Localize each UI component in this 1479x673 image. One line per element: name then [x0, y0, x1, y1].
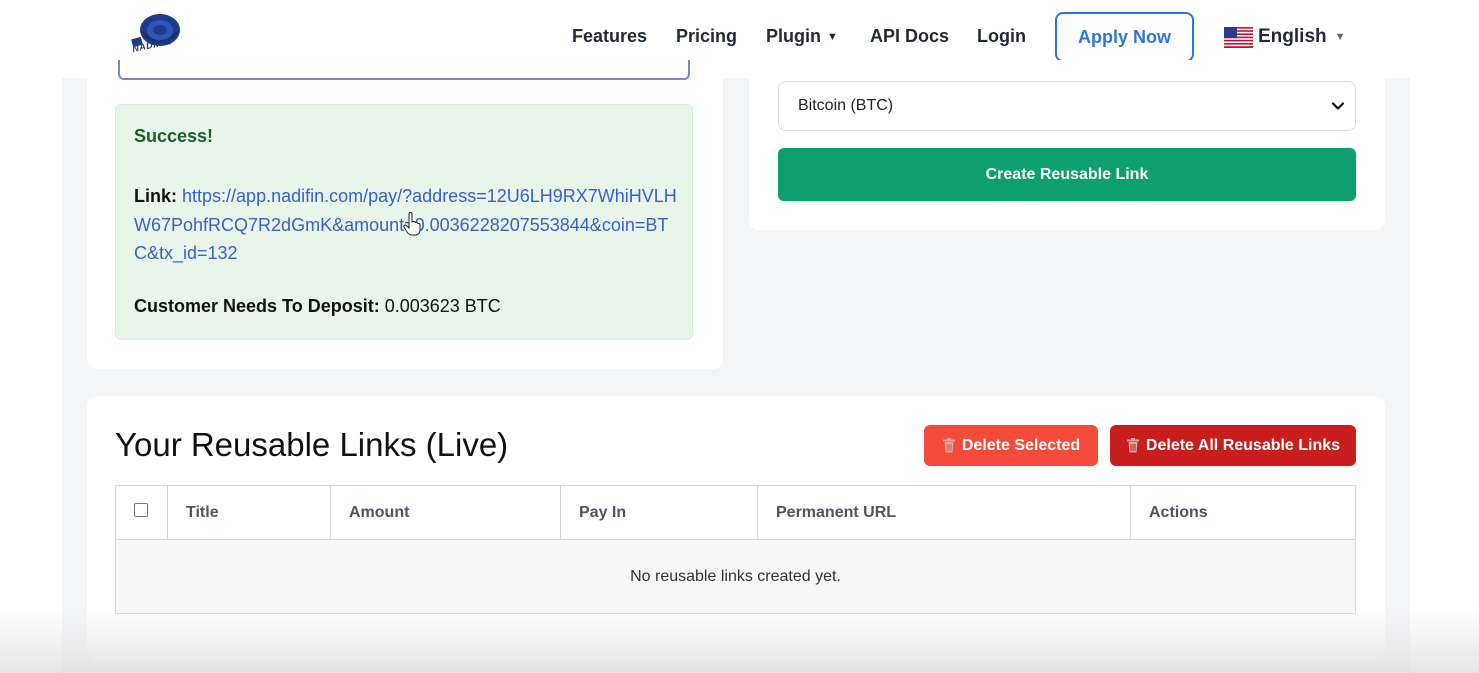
success-title: Success! — [134, 126, 214, 146]
nav-api-docs[interactable]: API Docs — [870, 26, 949, 47]
reusable-links-table: Title Amount Pay In Permanent URL Action… — [115, 485, 1356, 614]
empty-state-row: No reusable links created yet. — [116, 540, 1355, 613]
deposit-value: 0.003623 BTC — [384, 296, 501, 316]
nav-plugin[interactable]: Plugin ▼ — [766, 26, 838, 47]
nav-pricing[interactable]: Pricing — [676, 26, 737, 47]
delete-all-label: Delete All Reusable Links — [1145, 436, 1341, 454]
trash-icon — [1126, 438, 1139, 453]
caret-down-icon: ▼ — [1334, 31, 1346, 43]
column-permanent-url[interactable]: Permanent URL — [758, 486, 1131, 540]
delete-selected-label: Delete Selected — [961, 436, 1081, 454]
delete-selected-button[interactable]: Delete Selected — [924, 425, 1098, 466]
previous-input-field[interactable] — [118, 60, 690, 80]
deposit-label: Customer Needs To Deposit: — [134, 296, 380, 316]
nav-features[interactable]: Features — [572, 26, 647, 47]
column-actions[interactable]: Actions — [1131, 486, 1355, 540]
us-flag-icon — [1224, 26, 1253, 48]
coin-select-value: Bitcoin (BTC) — [798, 97, 894, 114]
trash-icon — [942, 438, 955, 453]
column-amount[interactable]: Amount — [331, 486, 561, 540]
select-all-checkbox[interactable] — [134, 503, 148, 517]
column-pay-in[interactable]: Pay In — [561, 486, 758, 540]
caret-down-icon: ▼ — [827, 31, 838, 43]
deposit-row: Customer Needs To Deposit: 0.003623 BTC — [134, 296, 501, 317]
nav-login[interactable]: Login — [977, 26, 1026, 47]
link-label: Link: — [134, 186, 177, 206]
hand-cursor-icon — [403, 212, 421, 236]
reusable-links-title: Your Reusable Links (Live) — [115, 426, 509, 463]
apply-now-button[interactable]: Apply Now — [1055, 12, 1194, 62]
delete-all-button[interactable]: Delete All Reusable Links — [1110, 425, 1356, 466]
chevron-down-icon — [1331, 102, 1345, 110]
coin-select[interactable]: Bitcoin (BTC) — [778, 81, 1356, 131]
select-all-cell — [116, 486, 168, 540]
table-header: Title Amount Pay In Permanent URL Action… — [116, 486, 1355, 540]
create-reusable-link-button[interactable]: Create Reusable Link — [778, 148, 1356, 201]
language-selector[interactable]: English ▼ — [1224, 26, 1346, 48]
nav-plugin-label: Plugin — [766, 26, 821, 46]
language-label: English — [1258, 26, 1327, 47]
column-title[interactable]: Title — [168, 486, 331, 540]
nadifin-logo[interactable] — [128, 8, 188, 64]
